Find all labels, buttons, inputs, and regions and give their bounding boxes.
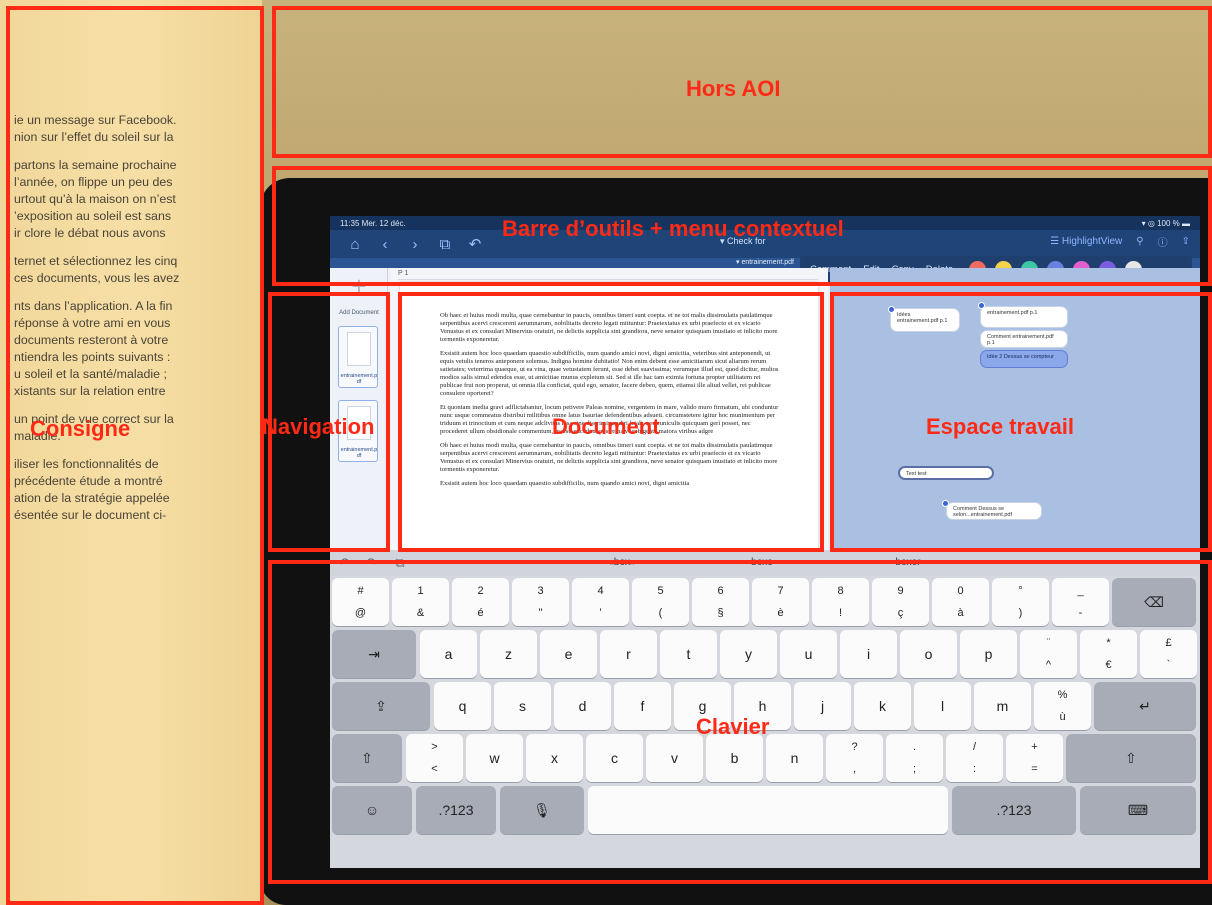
aoi-toolbar-label: Barre d’outils + menu contextuel — [502, 216, 844, 241]
photo-scene: ie un message sur Facebook. nion sur l’ef… — [0, 0, 1212, 905]
aoi-hors: Hors AOI — [272, 6, 1212, 158]
aoi-document: Document — [398, 292, 824, 552]
aoi-hors-label: Hors AOI — [686, 76, 781, 101]
aoi-consigne: Consigne — [6, 6, 264, 905]
aoi-keyboard-label: Clavier — [696, 714, 770, 739]
aoi-keyboard: Clavier — [268, 560, 1212, 884]
aoi-document-label: Document — [552, 414, 660, 439]
aoi-navigation: Navigation — [262, 292, 390, 552]
aoi-navigation-label: Navigation — [262, 414, 375, 439]
aoi-workspace: Espace travail — [830, 292, 1212, 552]
aoi-consigne-label: Consigne — [30, 416, 131, 441]
aoi-workspace-label: Espace travail — [926, 414, 1074, 439]
aoi-toolbar: Barre d’outils + menu contextuel — [272, 166, 1212, 286]
